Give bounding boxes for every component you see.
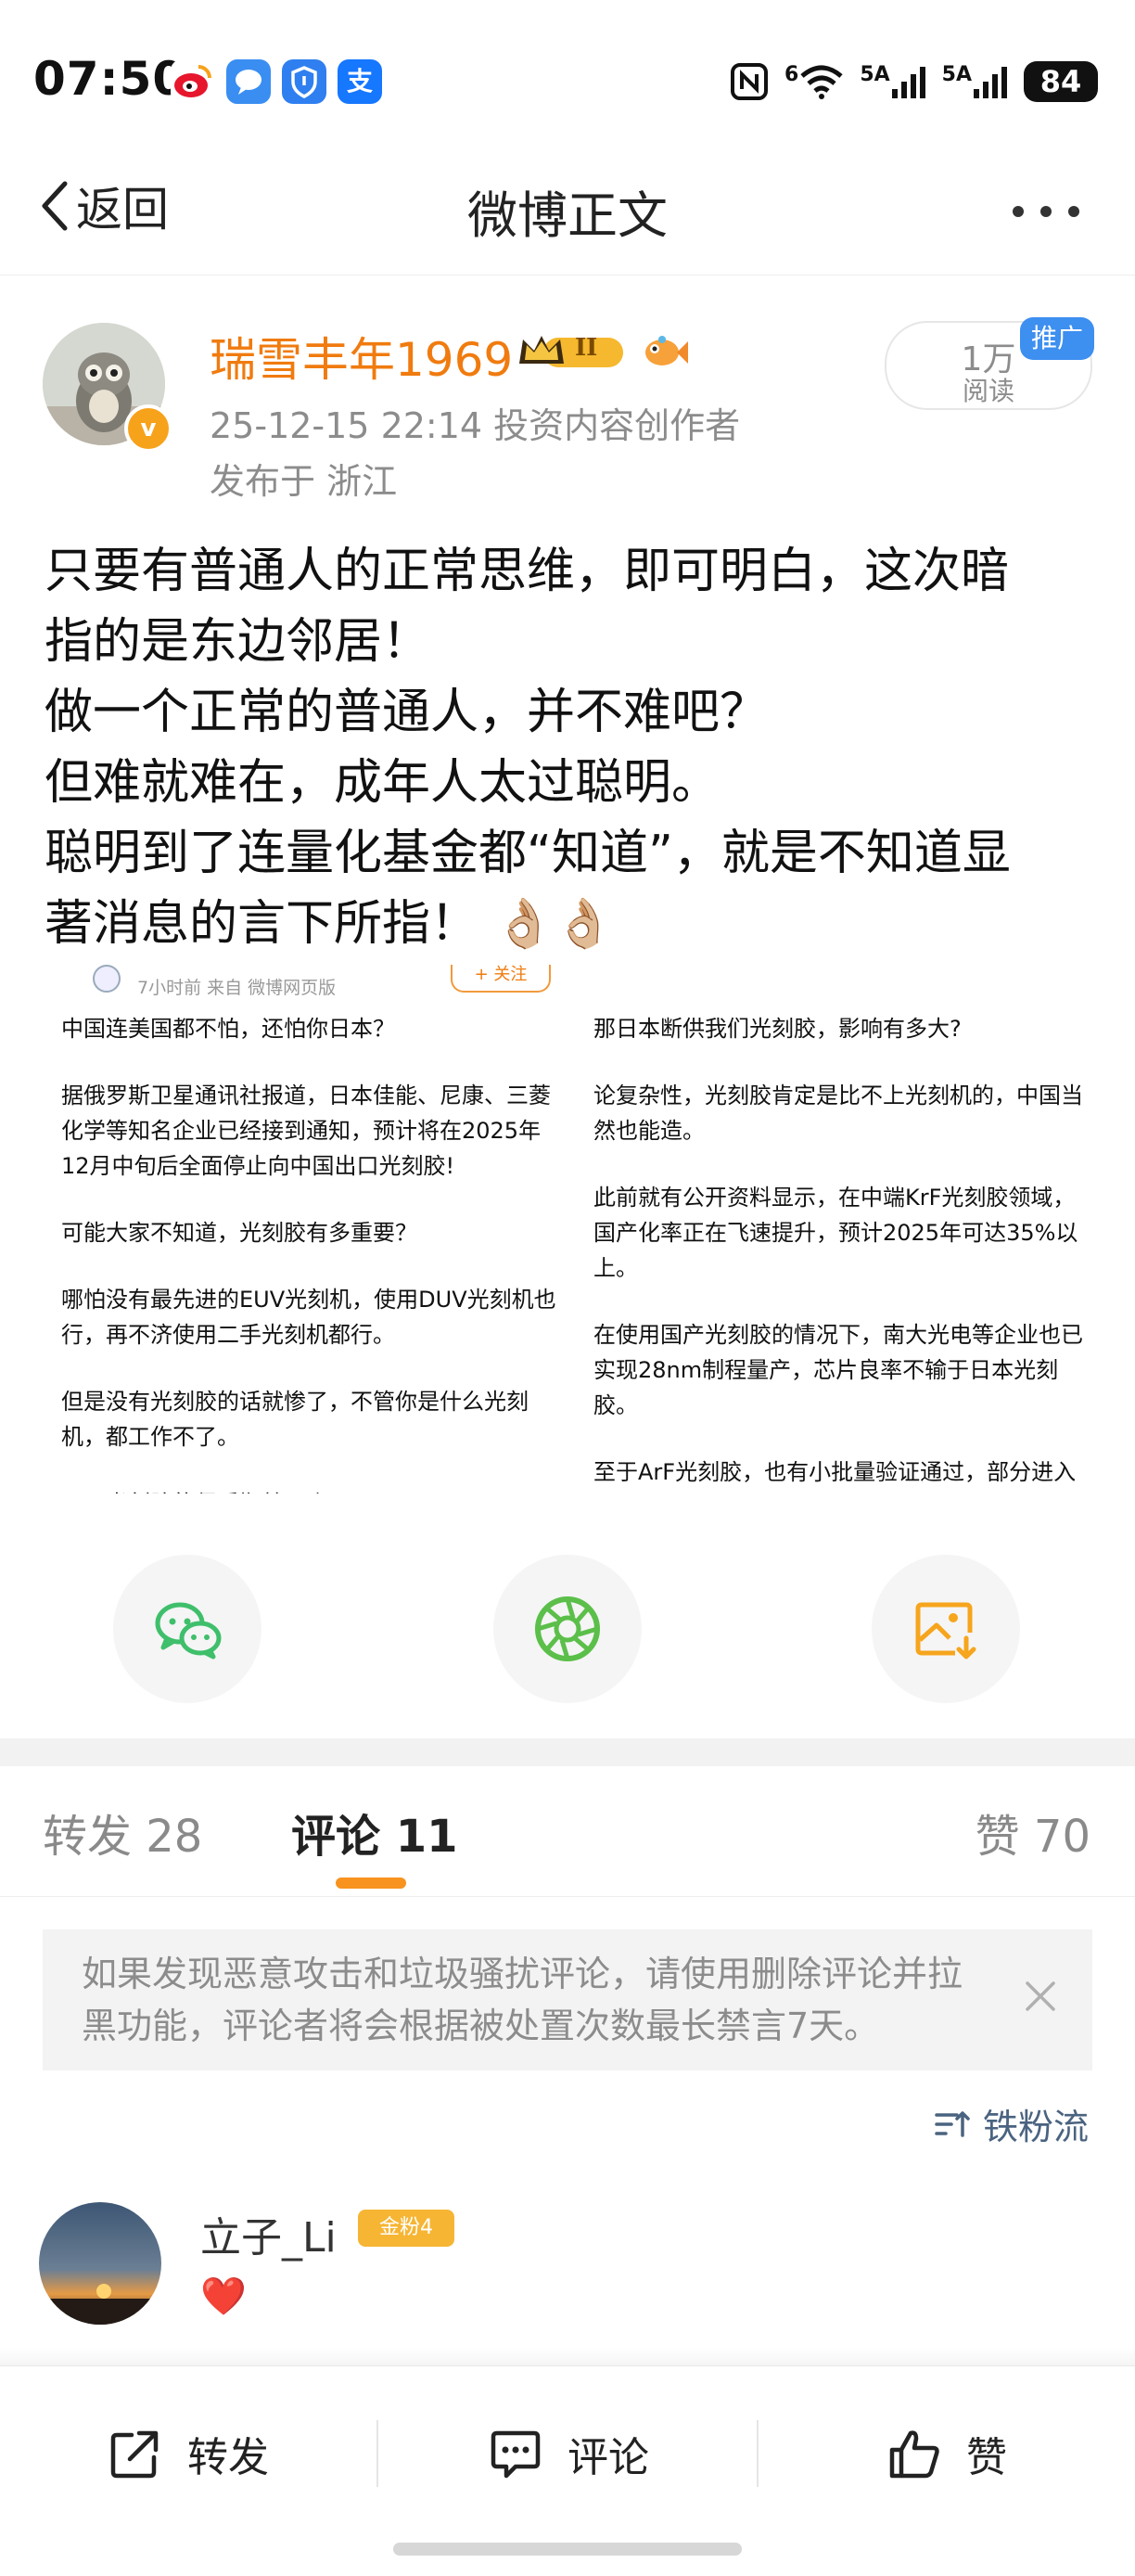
signal-bars-icon xyxy=(891,67,925,98)
notice-text: 如果发现恶意攻击和垃圾骚扰评论，请使用删除评论并拉黑功能，评论者将会根据被处置次… xyxy=(82,1954,963,2046)
repost-label: 转发 xyxy=(187,2434,269,2481)
post-line: 做一个正常的普通人，并不难吧？ xyxy=(45,685,769,740)
vip-level: II xyxy=(575,334,598,362)
heart-emoji: ❤️ xyxy=(200,2275,247,2318)
message-app-icon xyxy=(226,59,271,104)
post-line: 指的是东边邻居！ xyxy=(45,614,431,670)
alipay-app-icon: 支 xyxy=(338,59,382,104)
fan-level-badge: 金粉4 xyxy=(358,2210,454,2247)
post-line: 聪明到了连量化基金都“知道”，就是不知道显 xyxy=(45,826,1011,881)
shield-app-icon xyxy=(282,59,326,104)
comment-content: ❤️ xyxy=(200,2275,247,2318)
embed-paragraph: 可能大家不知道，光刻胶有多重要？ xyxy=(61,1220,417,1246)
chevron-left-icon xyxy=(42,181,68,231)
tab-comment[interactable]: 评论 11 xyxy=(291,1800,458,1865)
embed-time: 7小时前 来自 微博网页版 xyxy=(137,978,337,998)
more-dots-icon xyxy=(1013,206,1079,217)
comment-fade xyxy=(0,2347,1135,2367)
embed-paragraph: 据俄罗斯卫星通讯社报道，日本佳能、尼康、三菱化学等知名企业已经接到通知，预计将在… xyxy=(61,1083,551,1179)
post-line: 只要有普通人的正常思维，即可明白，这次暗 xyxy=(45,544,1010,599)
back-button[interactable]: 返回 xyxy=(37,173,169,239)
page-title: 微博正文 xyxy=(467,186,668,245)
read-label: 阅读 xyxy=(962,376,1014,406)
tab-repost[interactable]: 转发 28 xyxy=(43,1800,202,1865)
signal-bars-icon xyxy=(974,67,1007,98)
wifi-icon xyxy=(800,65,843,99)
sort-label: 铁粉流 xyxy=(982,2107,1089,2147)
commenter-avatar[interactable] xyxy=(39,2202,161,2325)
author-name[interactable]: 瑞雪丰年1969 xyxy=(210,323,513,390)
verified-badge-icon: v xyxy=(124,404,172,453)
system-icons: 6 5A 5A 84 xyxy=(729,56,1098,108)
section-divider xyxy=(0,1738,1135,1766)
embed-paragraph: 哪怕没有最先进的EUV光刻机，使用DUV光刻机也行，再不济使用二手光刻机都行。 xyxy=(61,1287,556,1348)
comment-label: 评论 xyxy=(568,2434,649,2481)
embed-right-column: 那日本断供我们光刻胶，影响有多大? 论复杂性，光刻胶肯定是比不上光刻机的，中国当… xyxy=(593,1011,1092,1493)
promote-button[interactable]: 推广 xyxy=(1020,317,1094,360)
embed-paragraph: 此前就有公开资料显示，在中端KrF光刻胶领域，国产化率正在飞速提升，预计2025… xyxy=(593,1185,1078,1281)
tab-like[interactable]: 赞 70 xyxy=(976,1800,1090,1865)
home-indicator[interactable] xyxy=(393,2543,742,2556)
embed-follow-button: + 关注 xyxy=(451,965,551,993)
comment-notice: 如果发现恶意攻击和垃圾骚扰评论，请使用删除评论并拉黑功能，评论者将会根据被处置次… xyxy=(43,1929,1092,2070)
repost-button[interactable]: 转发 xyxy=(108,2416,269,2491)
embed-paragraph: 中国连美国都不怕，还怕你日本？ xyxy=(61,1016,395,1042)
weibo-app-icon xyxy=(171,59,215,104)
comment-icon xyxy=(491,2430,541,2479)
tabs-border xyxy=(0,1896,1135,1897)
embed-paragraph: 在使用国产光刻胶的情况下，南大光电等企业也已实现28nm制程量产，芯片良率不输于… xyxy=(593,1322,1083,1418)
thumbs-up-icon xyxy=(889,2430,939,2479)
vip-crown-badge[interactable]: II xyxy=(516,330,629,371)
more-options-button[interactable] xyxy=(1009,184,1083,231)
wifi-label: 6 xyxy=(784,63,799,86)
share-arrow-icon xyxy=(110,2430,159,2479)
share-wechat-button[interactable] xyxy=(113,1555,261,1703)
status-time: 07:50 xyxy=(33,52,186,106)
signal-2: 5A xyxy=(942,63,1009,100)
status-bar: 07:50 支 6 5A 5A 84 xyxy=(0,0,1135,139)
wifi-indicator: 6 xyxy=(784,63,845,100)
post-body: 只要有普通人的正常思维，即可明白，这次暗 指的是东边邻居！ 做一个正常的普通人，… xyxy=(45,536,1092,959)
post-line: 但难就难在，成年人太过聪明。 xyxy=(45,755,721,811)
commenter-name[interactable]: 立子_Li xyxy=(200,2204,337,2263)
fish-icon xyxy=(640,330,688,371)
network-label-1: 5A xyxy=(860,63,890,86)
sort-icon xyxy=(935,2110,970,2137)
network-label-2: 5A xyxy=(941,63,972,86)
post-image[interactable]: 7小时前 来自 微博网页版 + 关注 中国连美国都不怕，还怕你日本？ 据俄罗斯卫… xyxy=(45,965,1092,1493)
embed-paragraph: 而且光刻胶的保质期就几个月 xyxy=(61,1486,562,1493)
post-meta: 25-12-15 22:14 投资内容创作者 xyxy=(210,405,741,446)
embed-paragraph: 论复杂性，光刻胶肯定是比不上光刻机的，中国当然也能造。 xyxy=(593,1083,1083,1144)
signal-1: 5A xyxy=(860,63,926,100)
embed-left-column: 中国连美国都不怕，还怕你日本？ 据俄罗斯卫星通讯社报道，日本佳能、尼康、三菱化学… xyxy=(61,1011,562,1493)
share-moments-button[interactable] xyxy=(493,1555,642,1703)
save-image-icon xyxy=(915,1602,976,1660)
like-button[interactable]: 赞 xyxy=(886,2416,1007,2491)
separator xyxy=(376,2420,378,2487)
nfc-icon xyxy=(731,63,768,100)
save-image-button[interactable] xyxy=(872,1555,1020,1703)
close-icon xyxy=(1026,1981,1055,2011)
wechat-icon xyxy=(155,1602,222,1660)
post-location: 发布于 浙江 xyxy=(210,461,398,502)
battery-indicator: 84 xyxy=(1024,61,1098,102)
comment-button[interactable]: 评论 xyxy=(488,2416,649,2491)
bottom-action-bar: 转发 评论 赞 xyxy=(0,2365,1135,2576)
embed-paragraph: 但是没有光刻胶的话就惨了，不管你是什么光刻机，都工作不了。 xyxy=(61,1389,529,1450)
separator xyxy=(757,2420,759,2487)
embed-paragraph: 至于ArF光刻胶，也有小批量验证通过，部分进入头部晶圆厂供应链 xyxy=(593,1459,1077,1485)
sort-button[interactable]: 铁粉流 xyxy=(933,2098,1089,2149)
nav-bar: 微博正文 返回 xyxy=(0,139,1135,276)
like-label: 赞 xyxy=(966,2434,1007,2481)
embed-avatar xyxy=(93,965,121,993)
back-label: 返回 xyxy=(76,183,169,237)
embed-paragraph: 那日本断供我们光刻胶，影响有多大? xyxy=(593,1016,962,1042)
moments-icon xyxy=(535,1596,600,1661)
notice-close-button[interactable] xyxy=(1022,1976,1059,2022)
post-line: 著消息的言下所指！ 👌🏼👌🏼 xyxy=(45,896,615,952)
tab-active-indicator xyxy=(336,1878,406,1889)
